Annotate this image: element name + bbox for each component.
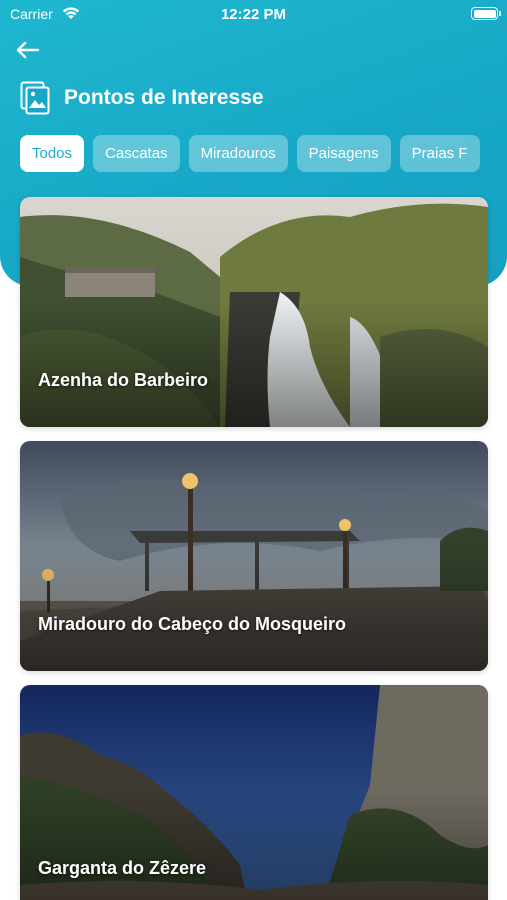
filter-chip-miradouros[interactable]: Miradouros: [188, 135, 288, 172]
filter-chip-cascatas[interactable]: Cascatas: [93, 135, 180, 172]
page-title: Pontos de Interesse: [64, 86, 264, 109]
filter-chip-praias[interactable]: Praias F: [399, 135, 480, 172]
place-name: Garganta do Zêzere: [38, 858, 207, 878]
gallery-icon: [20, 81, 50, 115]
status-bar: Carrier 12:22 PM: [0, 0, 507, 30]
filter-chips: Todos Cascatas Miradouros Paisagens Praias F: [20, 135, 488, 173]
filter-chip-paisagens[interactable]: Paisagens: [296, 135, 391, 172]
back-button[interactable]: [14, 36, 44, 64]
card-shade: [20, 197, 488, 427]
filter-chip-todos[interactable]: Todos: [20, 135, 85, 172]
place-card[interactable]: Garganta do Zêzere: [20, 685, 488, 900]
place-card[interactable]: Azenha do Barbeiro: [20, 197, 488, 427]
page-header: Pontos de Interesse: [20, 78, 264, 118]
place-name: Miradouro do Cabeço do Mosqueiro: [38, 614, 347, 634]
battery-icon: [471, 7, 501, 20]
card-shade: [20, 441, 488, 671]
clock: 12:22 PM: [220, 6, 287, 23]
place-name: Azenha do Barbeiro: [38, 370, 209, 390]
back-arrow-icon: [16, 41, 40, 59]
place-card[interactable]: Miradouro do Cabeço do Mosqueiro: [20, 441, 488, 671]
